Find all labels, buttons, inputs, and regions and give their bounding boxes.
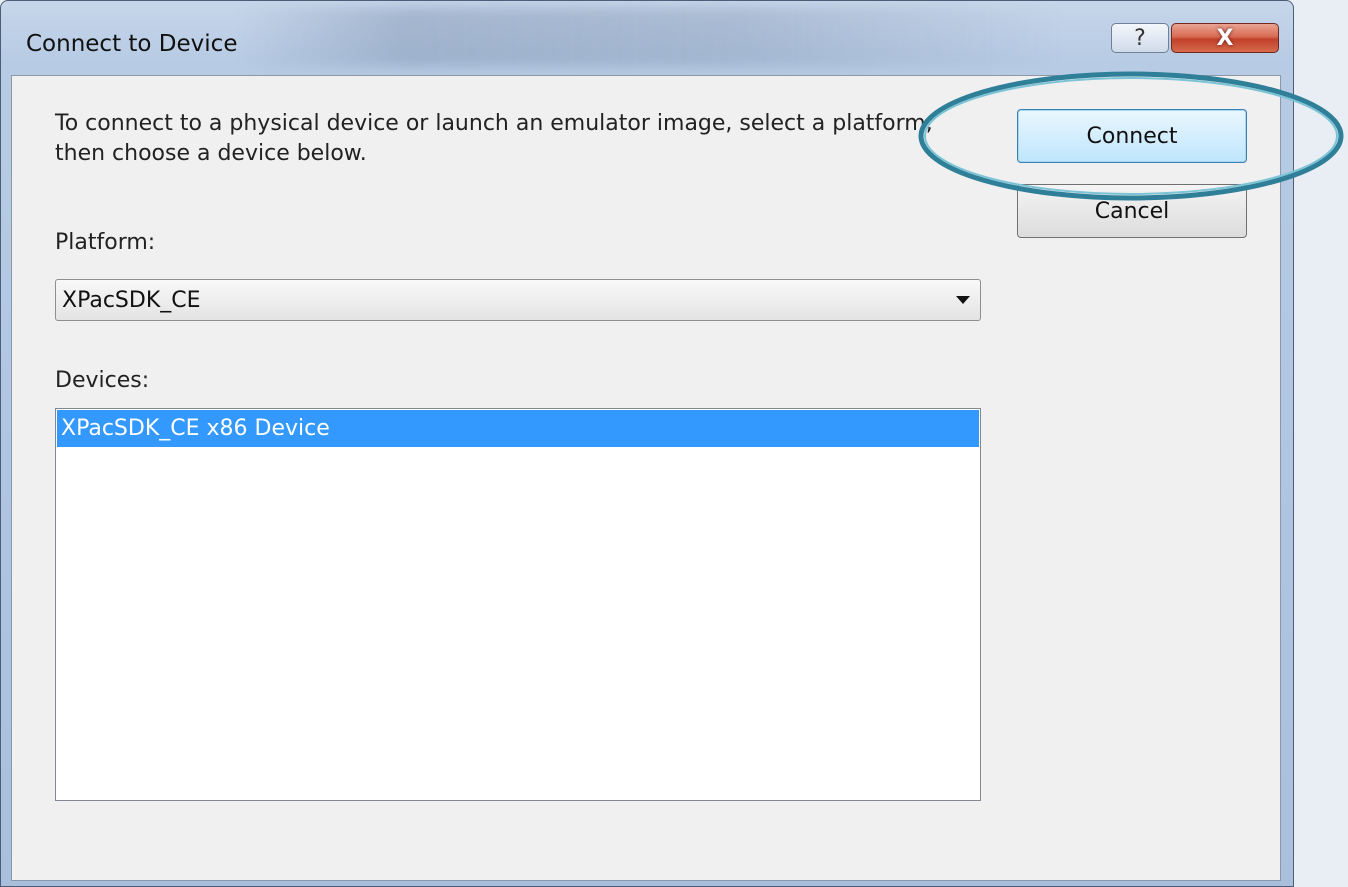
instructions-text: To connect to a physical device or launc…	[55, 111, 933, 166]
dialog-window: Connect to Device ? X To connect to a ph…	[0, 0, 1344, 887]
close-icon: X	[1216, 25, 1234, 51]
devices-label: Devices:	[55, 368, 150, 393]
background-blur	[241, 7, 1061, 67]
window-title: Connect to Device	[26, 31, 238, 57]
dialog-client-area: To connect to a physical device or launc…	[11, 75, 1281, 881]
cancel-button[interactable]: Cancel	[1017, 184, 1247, 238]
close-button[interactable]: X	[1171, 23, 1279, 53]
help-button[interactable]: ?	[1111, 23, 1169, 53]
connect-button[interactable]: Connect	[1017, 109, 1247, 163]
list-item[interactable]: XPacSDK_CE x86 Device	[57, 410, 979, 447]
platform-select[interactable]: XPacSDK_CE	[55, 279, 981, 321]
dropdown-arrow-icon[interactable]	[956, 296, 970, 304]
platform-label: Platform:	[55, 230, 156, 255]
platform-value: XPacSDK_CE	[62, 288, 201, 313]
help-icon: ?	[1134, 25, 1146, 51]
devices-list[interactable]: XPacSDK_CE x86 Device	[55, 408, 981, 801]
